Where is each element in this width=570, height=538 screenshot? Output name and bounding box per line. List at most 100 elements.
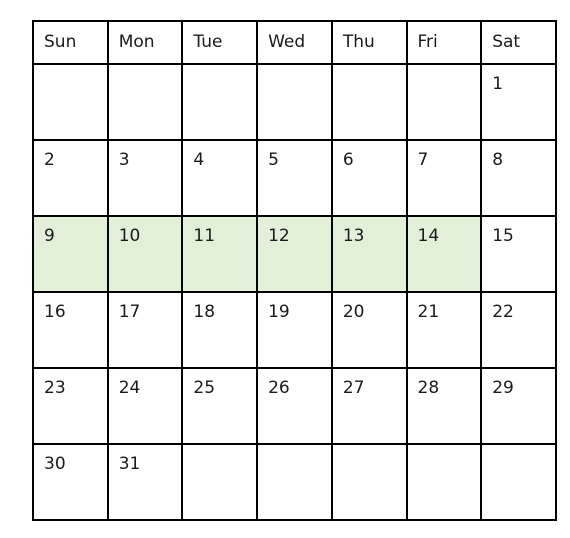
calendar-day-number: 27	[342, 378, 365, 398]
calendar-day-number	[184, 66, 255, 76]
calendar-empty-cell	[480, 443, 557, 521]
calendar-day-cell[interactable]: 4	[181, 139, 259, 217]
calendar-week-row: 16 17 18 19 20 21 22	[32, 291, 557, 369]
calendar-day-cell[interactable]: 1	[480, 63, 557, 141]
calendar-day-cell[interactable]: 30	[32, 443, 109, 521]
calendar-day-number	[35, 66, 106, 76]
weekday-header-label: Sat	[492, 32, 521, 52]
calendar-day-number: 19	[268, 302, 290, 322]
calendar-day-cell[interactable]: 17	[106, 291, 184, 369]
calendar-table: Sun Mon Tue Wed Thu Fri Sat 1 2 3 4 5 6 7 8 9 10 1…	[32, 20, 557, 521]
calendar-day-cell[interactable]: 8	[480, 139, 557, 217]
calendar-day-number: 21	[417, 302, 440, 322]
calendar-day-number: 2	[44, 150, 55, 170]
weekday-header-tue: Tue	[181, 20, 259, 65]
calendar-empty-cell	[405, 63, 483, 141]
calendar-day-number: 18	[193, 302, 216, 322]
calendar-day-cell[interactable]: 19	[256, 291, 333, 369]
calendar-day-number	[409, 66, 480, 76]
calendar-week-row: 30 31	[32, 443, 557, 521]
calendar-empty-cell	[32, 63, 109, 141]
calendar-day-cell[interactable]: 7	[405, 139, 483, 217]
calendar-day-number: 29	[492, 378, 514, 398]
calendar-day-number: 3	[118, 150, 130, 170]
calendar-day-number: 9	[44, 226, 55, 246]
calendar-day-number: 23	[44, 378, 66, 398]
weekday-header-sat: Sat	[480, 20, 557, 65]
calendar-day-cell[interactable]: 24	[106, 367, 184, 445]
calendar-day-cell[interactable]: 9	[32, 215, 109, 293]
calendar-day-number	[409, 446, 480, 456]
calendar-day-cell[interactable]: 28	[405, 367, 483, 445]
calendar-empty-cell	[330, 63, 408, 141]
calendar-empty-cell	[330, 443, 408, 521]
calendar-empty-cell	[405, 443, 483, 521]
calendar-day-cell[interactable]: 22	[480, 291, 557, 369]
calendar-day-cell[interactable]: 14	[405, 215, 483, 293]
calendar-day-cell[interactable]: 16	[32, 291, 109, 369]
weekday-header-sun: Sun	[32, 20, 109, 65]
calendar-day-cell[interactable]: 25	[181, 367, 259, 445]
calendar-day-number: 17	[118, 302, 141, 322]
calendar-day-cell[interactable]: 27	[330, 367, 408, 445]
calendar-day-number: 10	[118, 226, 141, 246]
calendar-header-row-group: Sun Mon Tue Wed Thu Fri Sat	[32, 20, 557, 65]
calendar-day-number	[110, 66, 181, 76]
calendar-week-row: 9 10 11 12 13 14 15	[32, 215, 557, 293]
calendar-day-number: 31	[118, 454, 141, 474]
calendar-day-number: 16	[44, 302, 66, 322]
weekday-header-label: Wed	[268, 32, 306, 52]
calendar-day-cell[interactable]: 13	[330, 215, 408, 293]
calendar-day-number: 24	[118, 378, 141, 398]
calendar-day-number: 13	[342, 226, 365, 246]
calendar-day-number: 8	[492, 150, 504, 170]
calendar-day-cell[interactable]: 31	[106, 443, 184, 521]
calendar-day-number: 12	[268, 226, 290, 246]
calendar-empty-cell	[181, 63, 259, 141]
calendar-day-cell[interactable]: 20	[330, 291, 408, 369]
calendar-day-number: 30	[44, 454, 66, 474]
calendar-day-number	[259, 446, 330, 456]
weekday-header-label: Tue	[193, 32, 223, 52]
weekday-header-label: Sun	[44, 32, 77, 52]
calendar-day-number	[184, 446, 255, 456]
calendar-day-number: 14	[417, 226, 440, 246]
calendar-day-cell[interactable]: 12	[256, 215, 333, 293]
calendar-day-number: 25	[193, 378, 216, 398]
weekday-header-label: Mon	[118, 32, 155, 52]
calendar-day-number: 15	[492, 226, 514, 246]
calendar-day-number	[334, 66, 405, 76]
calendar-day-number	[334, 446, 405, 456]
calendar-empty-cell	[256, 63, 333, 141]
weekday-header-wed: Wed	[256, 20, 333, 65]
calendar-day-number: 11	[193, 226, 216, 246]
weekday-header-row: Sun Mon Tue Wed Thu Fri Sat	[32, 20, 557, 65]
calendar-day-cell[interactable]: 26	[256, 367, 333, 445]
calendar-day-number: 4	[193, 150, 205, 170]
calendar-day-number: 20	[342, 302, 365, 322]
weekday-header-mon: Mon	[106, 20, 184, 65]
calendar-day-number: 1	[492, 74, 504, 94]
calendar-day-number: 5	[268, 150, 279, 170]
calendar-day-cell[interactable]: 2	[32, 139, 109, 217]
calendar-day-number: 28	[417, 378, 440, 398]
weekday-header-fri: Fri	[405, 20, 483, 65]
calendar-day-cell[interactable]: 21	[405, 291, 483, 369]
calendar-day-cell[interactable]: 10	[106, 215, 184, 293]
calendar-day-cell[interactable]: 11	[181, 215, 259, 293]
calendar-day-cell[interactable]: 5	[256, 139, 333, 217]
calendar-day-cell[interactable]: 3	[106, 139, 184, 217]
calendar-day-number: 7	[417, 150, 429, 170]
calendar-empty-cell	[106, 63, 184, 141]
calendar-day-cell[interactable]: 29	[480, 367, 557, 445]
weekday-header-thu: Thu	[330, 20, 408, 65]
calendar-day-number	[259, 66, 330, 76]
calendar-week-row: 23 24 25 26 27 28 29	[32, 367, 557, 445]
calendar-day-number	[483, 446, 554, 456]
calendar-day-number: 26	[268, 378, 290, 398]
calendar-day-cell[interactable]: 15	[480, 215, 557, 293]
calendar-day-cell[interactable]: 6	[330, 139, 408, 217]
calendar-day-cell[interactable]: 18	[181, 291, 259, 369]
calendar-day-cell[interactable]: 23	[32, 367, 109, 445]
calendar-empty-cell	[256, 443, 333, 521]
